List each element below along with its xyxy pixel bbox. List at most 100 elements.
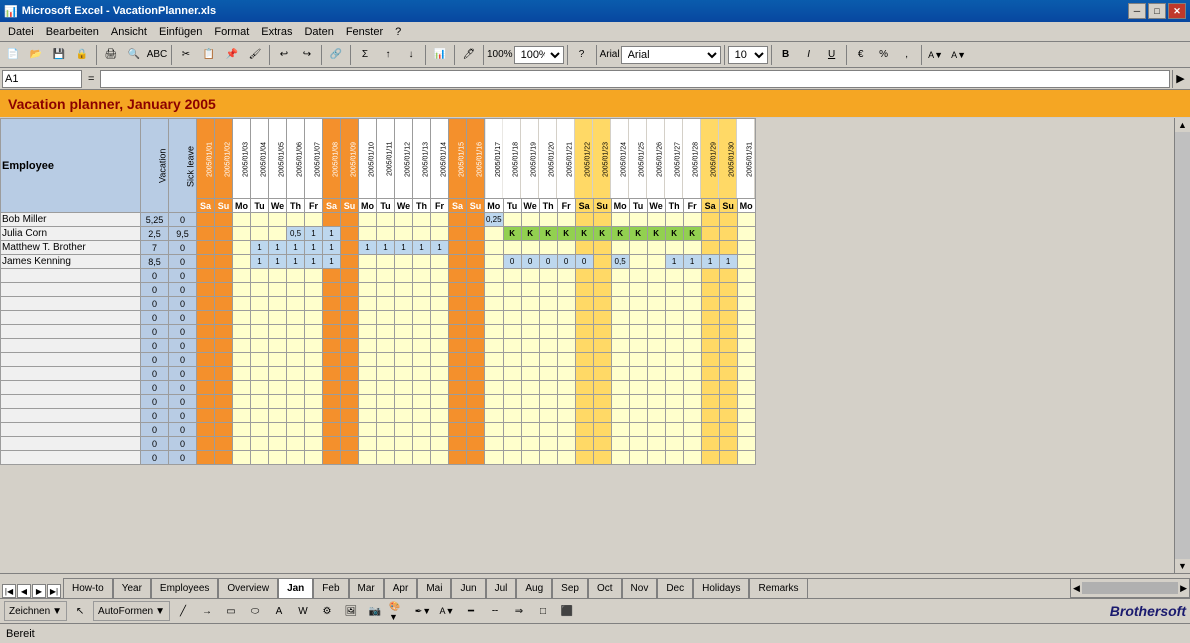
empty-day-0-20[interactable]	[539, 269, 557, 283]
empty-day-12-5[interactable]	[269, 437, 287, 451]
empty-day-5-28[interactable]	[683, 339, 701, 353]
empty-day-1-11[interactable]	[377, 283, 395, 297]
day-cell-2-30[interactable]	[719, 227, 737, 241]
sheet-tab-mai[interactable]: Mai	[417, 578, 451, 598]
day-cell-4-28[interactable]: 1	[683, 255, 701, 269]
linestyle-btn[interactable]: ━	[460, 600, 482, 622]
empty-day-9-22[interactable]	[575, 395, 593, 409]
empty-day-4-1[interactable]	[197, 325, 215, 339]
formula-input[interactable]	[100, 70, 1170, 88]
empty-day-10-18[interactable]	[503, 409, 521, 423]
empty-day-6-12[interactable]	[395, 353, 413, 367]
empty-day-9-31[interactable]	[737, 395, 755, 409]
day-cell-2-7[interactable]: 1	[305, 227, 323, 241]
empty-day-3-4[interactable]	[251, 311, 269, 325]
day-cell-3-16[interactable]	[467, 241, 485, 255]
day-cell-1-19[interactable]	[521, 213, 539, 227]
day-cell-2-4[interactable]	[251, 227, 269, 241]
empty-day-13-5[interactable]	[269, 451, 287, 465]
day-cell-2-17[interactable]	[485, 227, 504, 241]
day-cell-1-5[interactable]	[269, 213, 287, 227]
empty-day-10-17[interactable]	[485, 409, 504, 423]
empty-day-0-24[interactable]	[611, 269, 629, 283]
sheet-tab-jan[interactable]: Jan	[278, 578, 313, 598]
line-icon[interactable]: ╱	[172, 600, 194, 622]
empty-day-7-3[interactable]	[233, 367, 251, 381]
day-cell-4-20[interactable]: 0	[539, 255, 557, 269]
empty-day-6-3[interactable]	[233, 353, 251, 367]
rect-icon[interactable]: ▭	[220, 600, 242, 622]
empty-day-12-28[interactable]	[683, 437, 701, 451]
day-cell-1-30[interactable]	[719, 213, 737, 227]
empty-day-10-25[interactable]	[629, 409, 647, 423]
empty-day-8-27[interactable]	[665, 381, 683, 395]
linecolor-btn[interactable]: ✒▼	[412, 600, 434, 622]
arrowstyle-btn[interactable]: ⇒	[508, 600, 530, 622]
empty-day-2-16[interactable]	[467, 297, 485, 311]
empty-day-7-8[interactable]	[323, 367, 341, 381]
empty-day-9-14[interactable]	[431, 395, 449, 409]
comma-icon[interactable]: ,	[896, 44, 918, 66]
empty-day-2-6[interactable]	[287, 297, 305, 311]
empty-day-4-21[interactable]	[557, 325, 575, 339]
empty-day-7-28[interactable]	[683, 367, 701, 381]
empty-day-4-10[interactable]	[359, 325, 377, 339]
empty-day-12-10[interactable]	[359, 437, 377, 451]
day-cell-4-3[interactable]	[233, 255, 251, 269]
empty-day-11-28[interactable]	[683, 423, 701, 437]
empty-day-8-12[interactable]	[395, 381, 413, 395]
empty-day-11-8[interactable]	[323, 423, 341, 437]
empty-day-8-1[interactable]	[197, 381, 215, 395]
empty-day-0-27[interactable]	[665, 269, 683, 283]
day-cell-3-8[interactable]: 1	[323, 241, 341, 255]
empty-day-0-19[interactable]	[521, 269, 539, 283]
hyperlink-icon[interactable]: 🔗	[325, 44, 347, 66]
close-button[interactable]: ✕	[1168, 3, 1186, 19]
empty-day-6-24[interactable]	[611, 353, 629, 367]
day-cell-2-26[interactable]: K	[647, 227, 665, 241]
empty-day-11-7[interactable]	[305, 423, 323, 437]
day-cell-2-16[interactable]	[467, 227, 485, 241]
empty-day-0-30[interactable]	[719, 269, 737, 283]
empty-day-13-4[interactable]	[251, 451, 269, 465]
empty-day-10-21[interactable]	[557, 409, 575, 423]
empty-day-6-29[interactable]	[701, 353, 719, 367]
empty-day-13-27[interactable]	[665, 451, 683, 465]
empty-day-1-29[interactable]	[701, 283, 719, 297]
empty-day-12-23[interactable]	[593, 437, 611, 451]
empty-day-6-10[interactable]	[359, 353, 377, 367]
empty-day-4-31[interactable]	[737, 325, 755, 339]
empty-day-8-21[interactable]	[557, 381, 575, 395]
day-cell-3-14[interactable]: 1	[431, 241, 449, 255]
day-cell-1-31[interactable]	[737, 213, 755, 227]
empty-day-7-11[interactable]	[377, 367, 395, 381]
empty-day-2-24[interactable]	[611, 297, 629, 311]
empty-day-3-15[interactable]	[449, 311, 467, 325]
sheet-tab-oct[interactable]: Oct	[588, 578, 622, 598]
empty-day-8-13[interactable]	[413, 381, 431, 395]
empty-day-6-28[interactable]	[683, 353, 701, 367]
empty-day-10-1[interactable]	[197, 409, 215, 423]
empty-day-1-20[interactable]	[539, 283, 557, 297]
empty-day-7-9[interactable]	[341, 367, 359, 381]
empty-day-6-15[interactable]	[449, 353, 467, 367]
empty-day-0-2[interactable]	[215, 269, 233, 283]
empty-day-9-16[interactable]	[467, 395, 485, 409]
empty-day-7-20[interactable]	[539, 367, 557, 381]
empty-day-12-14[interactable]	[431, 437, 449, 451]
empty-day-7-4[interactable]	[251, 367, 269, 381]
empty-day-9-19[interactable]	[521, 395, 539, 409]
sheet-tab-feb[interactable]: Feb	[313, 578, 348, 598]
empty-day-5-25[interactable]	[629, 339, 647, 353]
empty-day-8-9[interactable]	[341, 381, 359, 395]
fillcolor-btn[interactable]: 🎨▼	[388, 600, 410, 622]
minimize-button[interactable]: ─	[1128, 3, 1146, 19]
empty-day-11-24[interactable]	[611, 423, 629, 437]
empty-day-7-26[interactable]	[647, 367, 665, 381]
empty-day-5-20[interactable]	[539, 339, 557, 353]
empty-day-1-5[interactable]	[269, 283, 287, 297]
empty-day-7-29[interactable]	[701, 367, 719, 381]
dashstyle-btn[interactable]: ╌	[484, 600, 506, 622]
empty-day-3-25[interactable]	[629, 311, 647, 325]
empty-day-1-17[interactable]	[485, 283, 504, 297]
